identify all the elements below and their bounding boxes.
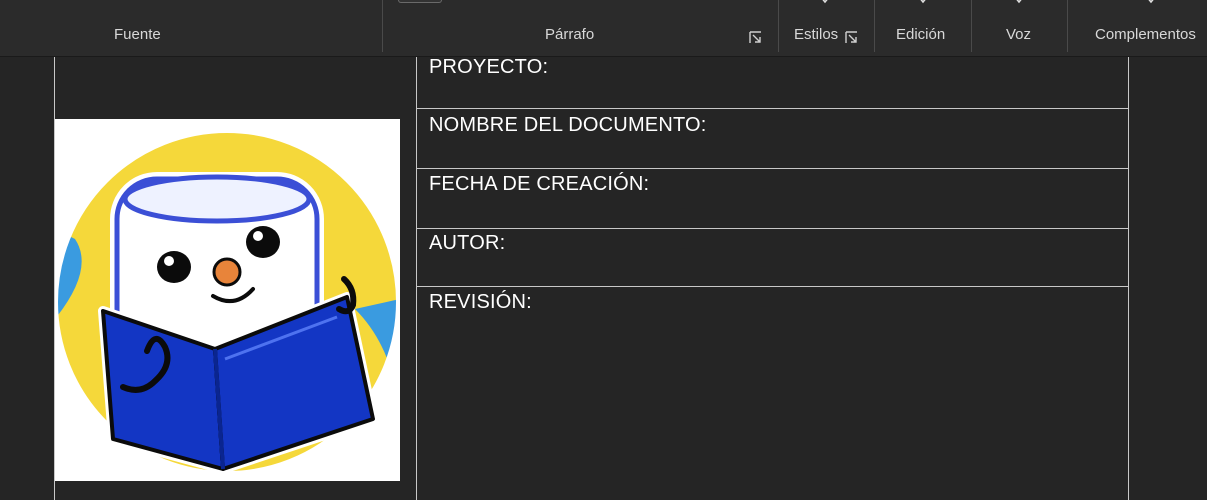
group-label-fuente: Fuente xyxy=(114,26,161,43)
table-cell-nombre-documento[interactable]: NOMBRE DEL DOCUMENTO: xyxy=(429,114,707,137)
group-separator xyxy=(971,0,972,52)
logo-image[interactable] xyxy=(55,119,400,481)
table-cell-revision[interactable]: REVISIÓN: xyxy=(429,291,532,314)
group-separator xyxy=(1067,0,1068,52)
group-separator xyxy=(778,0,779,52)
group-separator xyxy=(382,0,383,52)
group-label-parrafo: Párrafo xyxy=(545,26,595,43)
table-border-right xyxy=(1128,57,1129,500)
group-label-complementos: Complementos xyxy=(1095,26,1196,43)
group-label-edicion: Edición xyxy=(896,26,946,43)
group-label-voz: Voz xyxy=(1006,26,1032,43)
parrafo-dialog-launcher-icon[interactable] xyxy=(749,31,762,44)
group-separator xyxy=(874,0,875,52)
group-label-estilos: Estilos xyxy=(794,26,839,43)
table-row-divider xyxy=(416,108,1129,109)
table-border-middle xyxy=(416,57,417,500)
table-row-divider xyxy=(416,228,1129,229)
ribbon: Fuente Párrafo Estilos Edición Voz Compl… xyxy=(0,0,1207,57)
table-cell-autor[interactable]: AUTOR: xyxy=(429,232,505,255)
complementos-chevron-down-icon[interactable] xyxy=(1146,0,1156,4)
ribbon-control-stub[interactable] xyxy=(398,0,442,3)
estilos-dialog-launcher-icon[interactable] xyxy=(845,31,858,44)
estilos-chevron-down-icon[interactable] xyxy=(820,0,830,4)
table-cell-proyecto[interactable]: PROYECTO: xyxy=(429,56,548,79)
reading-marshmallow-mascot-icon xyxy=(56,131,398,474)
document-canvas[interactable]: PROYECTO: NOMBRE DEL DOCUMENTO: FECHA DE… xyxy=(0,56,1207,500)
table-row-divider xyxy=(416,286,1129,287)
edicion-chevron-down-icon[interactable] xyxy=(918,0,928,4)
table-row-divider xyxy=(416,168,1129,169)
table-cell-fecha-creacion[interactable]: FECHA DE CREACIÓN: xyxy=(429,173,649,196)
voz-chevron-down-icon[interactable] xyxy=(1014,0,1024,4)
